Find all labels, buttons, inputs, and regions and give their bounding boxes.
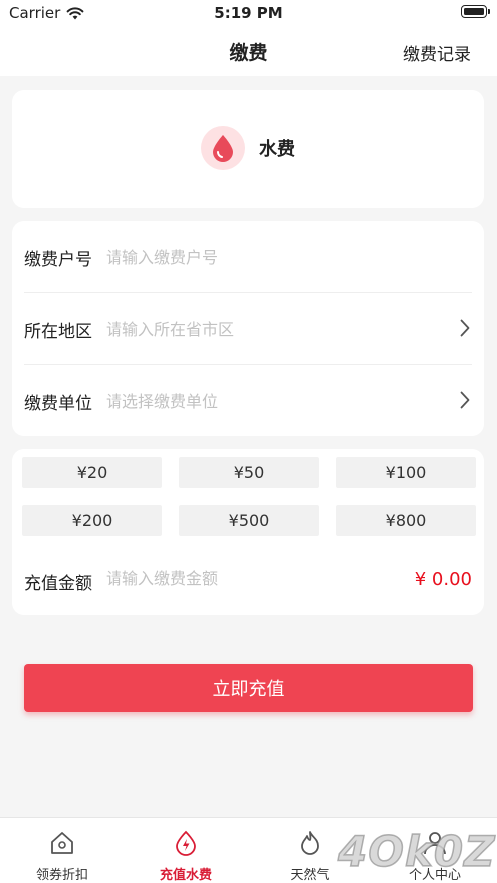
- account-input[interactable]: [106, 247, 406, 267]
- amount-row: 充值金额 ¥ 0.00: [12, 555, 484, 605]
- tab-coupons[interactable]: 领券折扣: [0, 818, 124, 883]
- service-name: 水费: [259, 139, 295, 160]
- payment-form: 缴费户号 所在地区 缴费单位: [12, 221, 484, 436]
- region-row[interactable]: 所在地区: [12, 293, 484, 365]
- tab-label: 个人中心: [408, 868, 461, 883]
- tab-label: 天然气: [290, 868, 330, 883]
- nav-bar: 缴费 缴费记录: [0, 26, 497, 76]
- tab-water-recharge[interactable]: 充值水费: [124, 818, 248, 883]
- account-label: 缴费户号: [24, 249, 92, 270]
- amount-option-20[interactable]: ¥20: [22, 457, 162, 488]
- amount-card: ¥20 ¥50 ¥100 ¥200 ¥500 ¥800 充值金额 ¥ 0.00: [12, 449, 484, 615]
- unit-input[interactable]: [106, 391, 406, 411]
- chevron-right-icon: [460, 391, 470, 409]
- water-drop-icon: [201, 126, 245, 170]
- tab-bar: 领券折扣 充值水费 天然气 个人中心: [0, 817, 497, 883]
- unit-row[interactable]: 缴费单位: [12, 365, 484, 437]
- person-icon: [424, 832, 446, 855]
- account-row: 缴费户号: [12, 221, 484, 293]
- tab-label: 充值水费: [159, 868, 212, 883]
- home-icon: [51, 832, 73, 854]
- amount-option-200[interactable]: ¥200: [22, 505, 162, 536]
- amount-label: 充值金额: [24, 574, 92, 594]
- region-label: 所在地区: [24, 321, 92, 342]
- amount-option-800[interactable]: ¥800: [336, 505, 476, 536]
- service-card: 水费: [12, 90, 484, 208]
- recharge-button[interactable]: 立即充值: [24, 664, 473, 712]
- amount-option-500[interactable]: ¥500: [179, 505, 319, 536]
- amount-input[interactable]: [106, 569, 366, 588]
- flame-icon: [301, 831, 319, 855]
- amount-option-100[interactable]: ¥100: [336, 457, 476, 488]
- region-input[interactable]: [106, 319, 406, 339]
- amount-total: ¥ 0.00: [414, 569, 472, 590]
- tab-profile[interactable]: 个人中心: [373, 818, 497, 883]
- amount-option-50[interactable]: ¥50: [179, 457, 319, 488]
- tab-label: 领券折扣: [35, 868, 88, 883]
- status-time: 5:19 PM: [214, 4, 283, 22]
- tab-natural-gas[interactable]: 天然气: [248, 818, 372, 883]
- service-selector[interactable]: 水费: [12, 126, 484, 170]
- status-bar: Carrier 5:19 PM: [0, 0, 497, 26]
- battery-icon: [461, 5, 490, 18]
- bolt-circle-icon: [176, 830, 196, 856]
- chevron-right-icon: [460, 319, 470, 337]
- payment-screen: Carrier 5:19 PM 缴费 缴费记录 水费 缴费户号 请输入缴费户号 …: [0, 0, 497, 883]
- payment-records-button[interactable]: 缴费记录: [403, 40, 471, 65]
- unit-label: 缴费单位: [24, 393, 92, 414]
